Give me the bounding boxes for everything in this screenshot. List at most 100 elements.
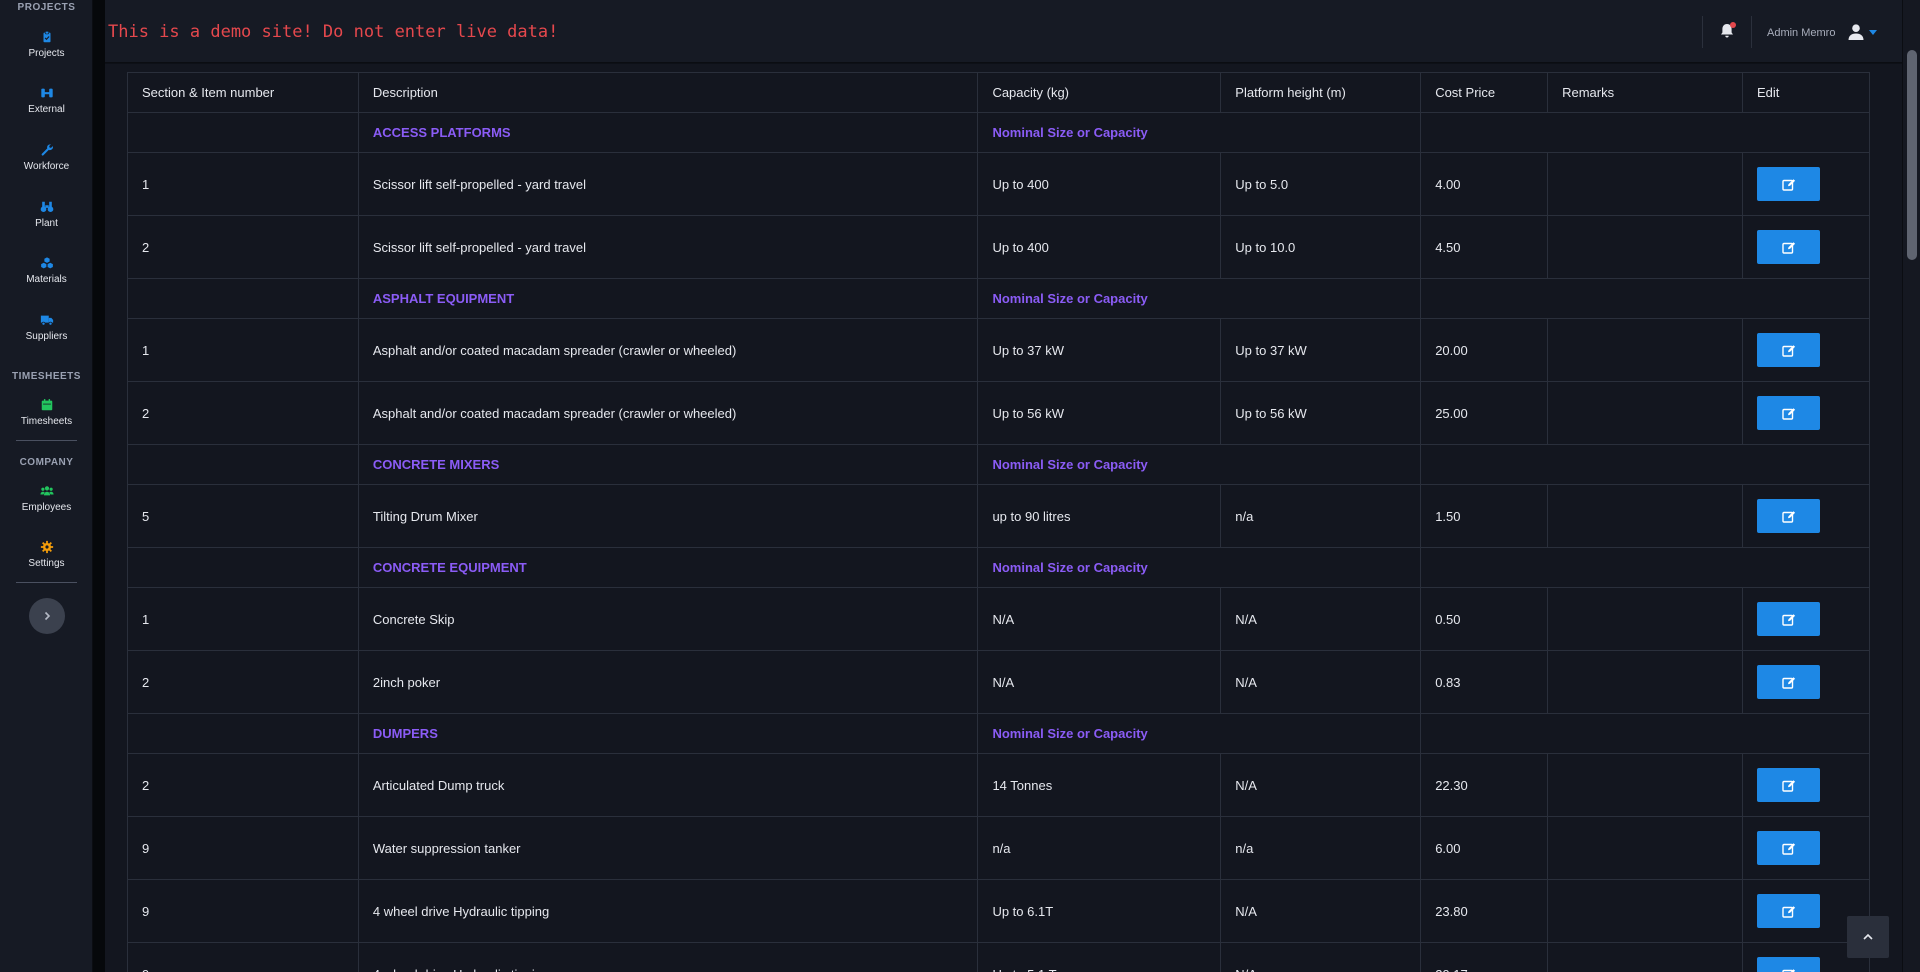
edit-icon — [1781, 676, 1795, 689]
sidebar-collapse-toggle[interactable] — [29, 598, 65, 634]
binoculars-icon — [40, 201, 53, 212]
section-header-row: CONCRETE EQUIPMENT Nominal Size or Capaci… — [127, 547, 1870, 588]
chevron-down-icon[interactable] — [1869, 30, 1877, 35]
item-edit-cell — [1742, 152, 1870, 216]
section-nominal-label: Nominal Size or Capacity — [977, 112, 1422, 153]
section-number-cell — [127, 713, 359, 754]
item-edit-cell — [1742, 381, 1870, 445]
sidebar-item-projects[interactable]: Projects — [0, 30, 93, 59]
section-number-cell — [127, 547, 359, 588]
section-title: CONCRETE MIXERS — [357, 444, 979, 485]
edit-button[interactable] — [1757, 167, 1820, 201]
wrench-icon — [41, 144, 53, 156]
item-remarks — [1547, 879, 1743, 943]
header-divider — [1702, 16, 1703, 48]
item-capacity: Up to 6.1T — [977, 879, 1222, 943]
sidebar-item-label: Suppliers — [25, 331, 68, 342]
user-name[interactable]: Admin Memro — [1767, 27, 1835, 39]
edit-button[interactable] — [1757, 396, 1820, 430]
item-platform-height: n/a — [1220, 816, 1422, 880]
item-remarks — [1547, 816, 1743, 880]
section-number-cell — [127, 112, 359, 153]
table-row: 2 2inch poker N/A N/A 0.83 — [127, 650, 1870, 714]
item-remarks — [1547, 753, 1743, 817]
item-capacity: Up to 56 kW — [977, 381, 1222, 445]
sidebar-item-materials[interactable]: Materials — [0, 256, 93, 285]
item-number: 2 — [127, 215, 359, 279]
table-header-row: Section & Item number Description Capaci… — [127, 72, 1870, 113]
sidebar-item-label: Materials — [26, 274, 67, 285]
item-edit-cell — [1742, 318, 1870, 382]
item-capacity: Up to 400 — [977, 215, 1222, 279]
layout-gutter — [93, 0, 105, 972]
column-header: Section & Item number — [127, 72, 359, 113]
sidebar-divider — [16, 440, 77, 441]
item-number: 1 — [127, 587, 359, 651]
item-number: 1 — [127, 318, 359, 382]
edit-button[interactable] — [1757, 333, 1820, 367]
edit-icon — [1781, 905, 1795, 918]
notification-badge — [1730, 22, 1736, 28]
edit-button[interactable] — [1757, 665, 1820, 699]
section-title: ACCESS PLATFORMS — [357, 112, 979, 153]
item-cost-price: 0.50 — [1420, 587, 1549, 651]
edit-button[interactable] — [1757, 230, 1820, 264]
item-remarks — [1547, 215, 1743, 279]
sidebar-item-label: Timesheets — [20, 416, 73, 427]
item-number: 9 — [127, 816, 359, 880]
item-platform-height: Up to 5.0 — [1220, 152, 1422, 216]
item-cost-price: 6.00 — [1420, 816, 1549, 880]
edit-icon — [1781, 344, 1795, 357]
item-platform-height: Up to 37 kW — [1220, 318, 1422, 382]
item-number: 2 — [127, 381, 359, 445]
item-edit-cell — [1742, 753, 1870, 817]
item-remarks — [1547, 587, 1743, 651]
section-title: ASPHALT EQUIPMENT — [357, 278, 979, 319]
section-empty-cell — [1420, 112, 1870, 153]
item-platform-height: N/A — [1220, 587, 1422, 651]
sidebar-item-timesheets[interactable]: Timesheets — [0, 398, 93, 427]
item-remarks — [1547, 152, 1743, 216]
sidebar-item-external[interactable]: External — [0, 86, 93, 115]
sidebar-item-plant[interactable]: Plant — [0, 200, 93, 229]
item-number: 9 — [127, 942, 359, 972]
page-scrollbar[interactable] — [1902, 0, 1920, 972]
edit-button[interactable] — [1757, 831, 1820, 865]
item-capacity: N/A — [977, 650, 1222, 714]
section-header-row: CONCRETE MIXERS Nominal Size or Capacity — [127, 444, 1870, 485]
edit-icon — [1781, 779, 1795, 792]
section-header-row: ASPHALT EQUIPMENT Nominal Size or Capacit… — [127, 278, 1870, 319]
sidebar-item-workforce[interactable]: Workforce — [0, 143, 93, 172]
item-remarks — [1547, 318, 1743, 382]
edit-button[interactable] — [1757, 894, 1820, 928]
item-capacity: up to 90 litres — [977, 484, 1222, 548]
table-row: 2 Articulated Dump truck 14 Tonnes N/A 22.30 — [127, 753, 1870, 817]
item-description: Scissor lift self-propelled - yard trave… — [357, 215, 979, 279]
item-platform-height: n/a — [1220, 484, 1422, 548]
column-header: Capacity (kg) — [977, 72, 1222, 113]
sidebar-item-suppliers[interactable]: Suppliers — [0, 313, 93, 342]
edit-button[interactable] — [1757, 957, 1820, 972]
section-nominal-label: Nominal Size or Capacity — [977, 547, 1422, 588]
gear-icon — [40, 540, 53, 554]
truck-icon — [40, 315, 53, 326]
edit-button[interactable] — [1757, 499, 1820, 533]
item-description: Asphalt and/or coated macadam spreader (… — [357, 318, 979, 382]
item-capacity: Up to 5.1 T — [977, 942, 1222, 972]
back-to-top-button[interactable] — [1847, 916, 1889, 958]
edit-icon — [1781, 407, 1795, 420]
scrollbar-thumb[interactable] — [1907, 50, 1917, 260]
item-remarks — [1547, 650, 1743, 714]
user-icon[interactable] — [1847, 23, 1865, 41]
edit-button[interactable] — [1757, 602, 1820, 636]
item-cost-price: 20.00 — [1420, 318, 1549, 382]
item-number: 2 — [127, 753, 359, 817]
sidebar-item-employees[interactable]: Employees — [0, 484, 93, 513]
demo-warning-message: This is a demo site! Do not enter live d… — [108, 22, 559, 42]
edit-icon — [1781, 241, 1795, 254]
edit-icon — [1781, 613, 1795, 626]
sidebar-item-settings[interactable]: Settings — [0, 540, 93, 569]
item-cost-price: 4.00 — [1420, 152, 1549, 216]
edit-button[interactable] — [1757, 768, 1820, 802]
sidebar-item-label: Projects — [28, 48, 65, 59]
